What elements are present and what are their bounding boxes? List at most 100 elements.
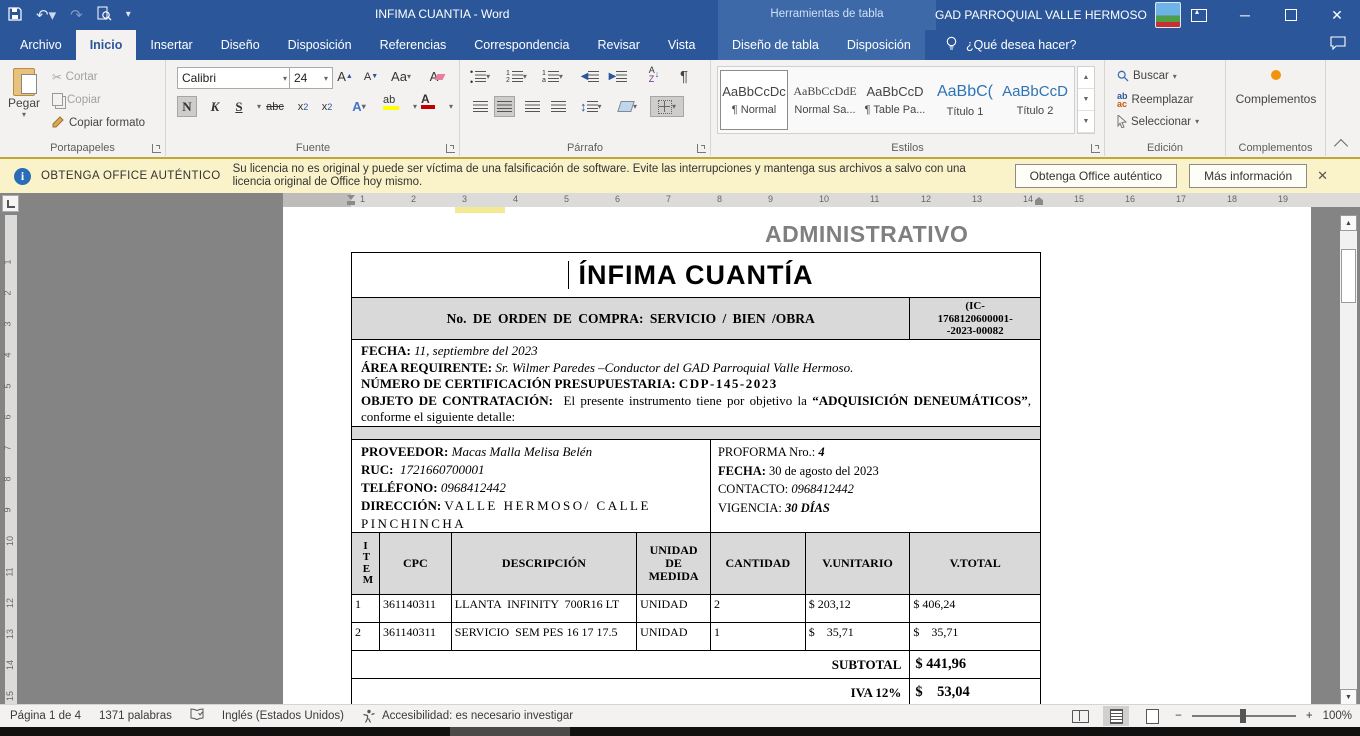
- zoom-slider[interactable]: [1192, 709, 1296, 723]
- undo-icon[interactable]: ↶▾: [36, 8, 56, 23]
- highlight-button[interactable]: ab: [381, 94, 405, 115]
- style-table-pa[interactable]: AaBbCcD ¶ Table Pa...: [862, 70, 928, 130]
- format-painter-button[interactable]: Copiar formato: [52, 116, 145, 129]
- font-size-combobox[interactable]: 24▾: [289, 67, 333, 89]
- close-button[interactable]: ✕: [1314, 0, 1360, 30]
- tab-correspondencia[interactable]: Correspondencia: [460, 30, 583, 60]
- page-indicator[interactable]: Página 1 de 4: [10, 710, 81, 722]
- print-layout-button[interactable]: [1103, 706, 1129, 726]
- increase-indent-button[interactable]: ▶: [606, 66, 630, 87]
- items-header-row: ITEM CPC DESCRIPCIÓN UNIDAD DE MEDIDA CA…: [351, 533, 1041, 595]
- tab-stop-selector[interactable]: [2, 195, 19, 212]
- borders-button[interactable]: ▾: [650, 96, 684, 117]
- message-bar-close-icon[interactable]: ✕: [1317, 168, 1328, 184]
- justify-button[interactable]: [546, 96, 570, 117]
- italic-button[interactable]: K: [203, 96, 227, 117]
- multilevel-list-button[interactable]: 1a▾: [540, 66, 565, 87]
- decrease-indent-button[interactable]: ◀: [578, 66, 602, 87]
- style-normal[interactable]: AaBbCcDc ¶ Normal: [720, 70, 788, 130]
- save-icon[interactable]: [8, 7, 22, 24]
- align-center-button[interactable]: [494, 96, 515, 117]
- superscript-button[interactable]: x2: [315, 96, 339, 117]
- line-spacing-button[interactable]: ↕▾: [578, 96, 604, 117]
- zoom-level[interactable]: 100%: [1323, 710, 1352, 722]
- tab-archivo[interactable]: Archivo: [6, 30, 76, 60]
- sort-button[interactable]: AZ↓: [642, 64, 666, 85]
- restore-button[interactable]: [1268, 0, 1314, 30]
- collapse-ribbon-icon[interactable]: [1334, 139, 1348, 153]
- style-titulo-1[interactable]: AaBbC( Título 1: [932, 70, 998, 130]
- select-button[interactable]: Seleccionar▾: [1117, 115, 1199, 128]
- account-area[interactable]: GAD PARROQUIAL VALLE HERMOSO: [935, 0, 1181, 30]
- shading-button[interactable]: ▾: [616, 96, 640, 117]
- styles-scroll-down[interactable]: ▼: [1078, 89, 1094, 111]
- portapapeles-dialog-launcher[interactable]: [152, 144, 161, 153]
- numbering-button[interactable]: 12▾: [504, 66, 529, 87]
- proofing-icon[interactable]: [190, 708, 204, 724]
- web-layout-button[interactable]: [1139, 706, 1165, 726]
- left-indent-marker[interactable]: [347, 195, 355, 205]
- tab-inicio[interactable]: Inicio: [76, 30, 137, 60]
- paste-button[interactable]: Pegar ▾: [8, 68, 40, 119]
- more-info-button[interactable]: Más información: [1189, 164, 1307, 188]
- tab-diseno-de-tabla[interactable]: Diseño de tabla: [718, 30, 833, 60]
- scrollbar-thumb[interactable]: [1341, 249, 1356, 303]
- parrafo-dialog-launcher[interactable]: [697, 144, 706, 153]
- scroll-up-button[interactable]: ▲: [1340, 215, 1357, 231]
- tab-diseno[interactable]: Diseño: [207, 30, 274, 60]
- get-genuine-office-button[interactable]: Obtenga Office auténtico: [1015, 164, 1178, 188]
- zoom-slider-thumb[interactable]: [1240, 709, 1246, 723]
- strikethrough-button[interactable]: abc: [263, 96, 287, 117]
- ribbon-display-options-button[interactable]: [1176, 0, 1222, 30]
- styles-scroll-up[interactable]: ▲: [1078, 67, 1094, 89]
- vertical-ruler[interactable]: 123456789101112131415: [5, 215, 17, 736]
- replace-button[interactable]: abac Reemplazar: [1117, 92, 1194, 108]
- accessibility-status[interactable]: Accesibilidad: es necesario investigar: [382, 710, 573, 722]
- fuente-dialog-launcher[interactable]: [446, 144, 455, 153]
- tell-me-box[interactable]: ¿Qué desea hacer?: [945, 30, 1077, 60]
- align-right-button[interactable]: [520, 96, 544, 117]
- change-case-button[interactable]: Aa▾: [389, 66, 413, 87]
- subscript-button[interactable]: x2: [291, 96, 315, 117]
- bold-button[interactable]: N: [177, 96, 197, 117]
- bullets-button[interactable]: ••▾: [468, 66, 492, 87]
- text-effects-button[interactable]: A▾: [347, 96, 371, 117]
- styles-more-button[interactable]: ▼: [1078, 111, 1094, 133]
- clear-formatting-button[interactable]: A: [425, 66, 449, 87]
- cut-button[interactable]: ✂ Cortar: [52, 70, 98, 84]
- word-count[interactable]: 1371 palabras: [99, 710, 172, 722]
- font-family-combobox[interactable]: Calibri▾: [177, 67, 292, 89]
- customize-qat-icon[interactable]: ▾: [126, 10, 131, 20]
- redo-icon[interactable]: ↷: [70, 8, 83, 23]
- comments-icon[interactable]: [1330, 36, 1346, 55]
- scroll-down-button[interactable]: ▼: [1340, 689, 1357, 705]
- language-indicator[interactable]: Inglés (Estados Unidos): [222, 710, 344, 722]
- zoom-in-button[interactable]: +: [1306, 710, 1313, 722]
- restore-icon: [1285, 9, 1297, 21]
- read-mode-button[interactable]: [1067, 706, 1093, 726]
- tab-disposicion-tabla[interactable]: Disposición: [833, 30, 925, 60]
- zoom-out-button[interactable]: −: [1175, 710, 1182, 722]
- tab-referencias[interactable]: Referencias: [366, 30, 461, 60]
- tab-vista[interactable]: Vista: [654, 30, 710, 60]
- tab-disposicion[interactable]: Disposición: [274, 30, 366, 60]
- align-left-button[interactable]: [468, 96, 492, 117]
- estilos-dialog-launcher[interactable]: [1091, 144, 1100, 153]
- document-page[interactable]: ADMINISTRATIVO ÍNFIMA CUANTÍA No. DE ORD…: [283, 207, 1311, 705]
- print-preview-icon[interactable]: [97, 6, 112, 24]
- copy-button[interactable]: Copiar: [52, 93, 101, 106]
- style-normal-sa[interactable]: AaBbCcDdE Normal Sa...: [792, 70, 858, 130]
- tab-revisar[interactable]: Revisar: [583, 30, 653, 60]
- grow-font-button[interactable]: A▲: [333, 66, 357, 87]
- find-button[interactable]: Buscar▾: [1117, 70, 1177, 82]
- style-titulo-2[interactable]: AaBbCcD Título 2: [1002, 70, 1068, 130]
- v-ruler-number: 5: [3, 383, 13, 388]
- show-marks-button[interactable]: ¶: [672, 66, 696, 87]
- horizontal-ruler[interactable]: 12345678910111213141516171819: [283, 193, 1336, 207]
- shrink-font-button[interactable]: A▼: [359, 66, 383, 87]
- tab-insertar[interactable]: Insertar: [136, 30, 206, 60]
- minimize-button[interactable]: ─: [1222, 0, 1268, 30]
- addins-button[interactable]: Complementos: [1226, 70, 1326, 106]
- tell-me-label: ¿Qué desea hacer?: [966, 38, 1077, 52]
- vertical-scrollbar[interactable]: ▲ ▼: [1340, 215, 1357, 705]
